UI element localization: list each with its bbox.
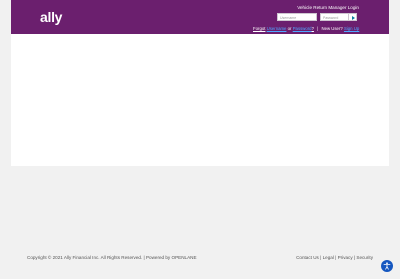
footer-links: Contact Us | Legal | Privacy | Security xyxy=(296,255,373,260)
security-link[interactable]: Security xyxy=(356,255,373,260)
arrow-right-icon xyxy=(352,15,355,20)
accessibility-icon xyxy=(383,262,391,270)
links-divider: | xyxy=(317,25,319,31)
accessibility-button[interactable] xyxy=(381,260,393,272)
site-header: ally Vehicle Return Manager Login Userna… xyxy=(11,0,389,34)
or-label: or xyxy=(287,25,292,31)
login-links: Forgot Username or Password? | New User?… xyxy=(253,26,359,31)
username-input[interactable]: Username xyxy=(277,13,317,21)
copyright-text: Copyright © 2021 Ally Financial Inc. All… xyxy=(27,255,197,260)
sign-up-link[interactable]: Sign Up xyxy=(344,26,359,31)
login-title: Vehicle Return Manager Login xyxy=(297,5,359,10)
password-input[interactable]: Password xyxy=(320,13,351,21)
ally-logo[interactable]: ally xyxy=(40,9,62,25)
forgot-label: Forgot xyxy=(253,25,266,31)
forgot-password-link[interactable]: Password xyxy=(293,26,312,31)
contact-us-link[interactable]: Contact Us xyxy=(296,255,319,260)
forgot-username-link[interactable]: Username xyxy=(267,26,287,31)
new-user-label: New User? xyxy=(321,25,343,31)
legal-link[interactable]: Legal xyxy=(323,255,334,260)
privacy-link[interactable]: Privacy xyxy=(338,255,353,260)
question-mark: ? xyxy=(311,25,314,31)
login-submit-button[interactable] xyxy=(348,13,357,21)
